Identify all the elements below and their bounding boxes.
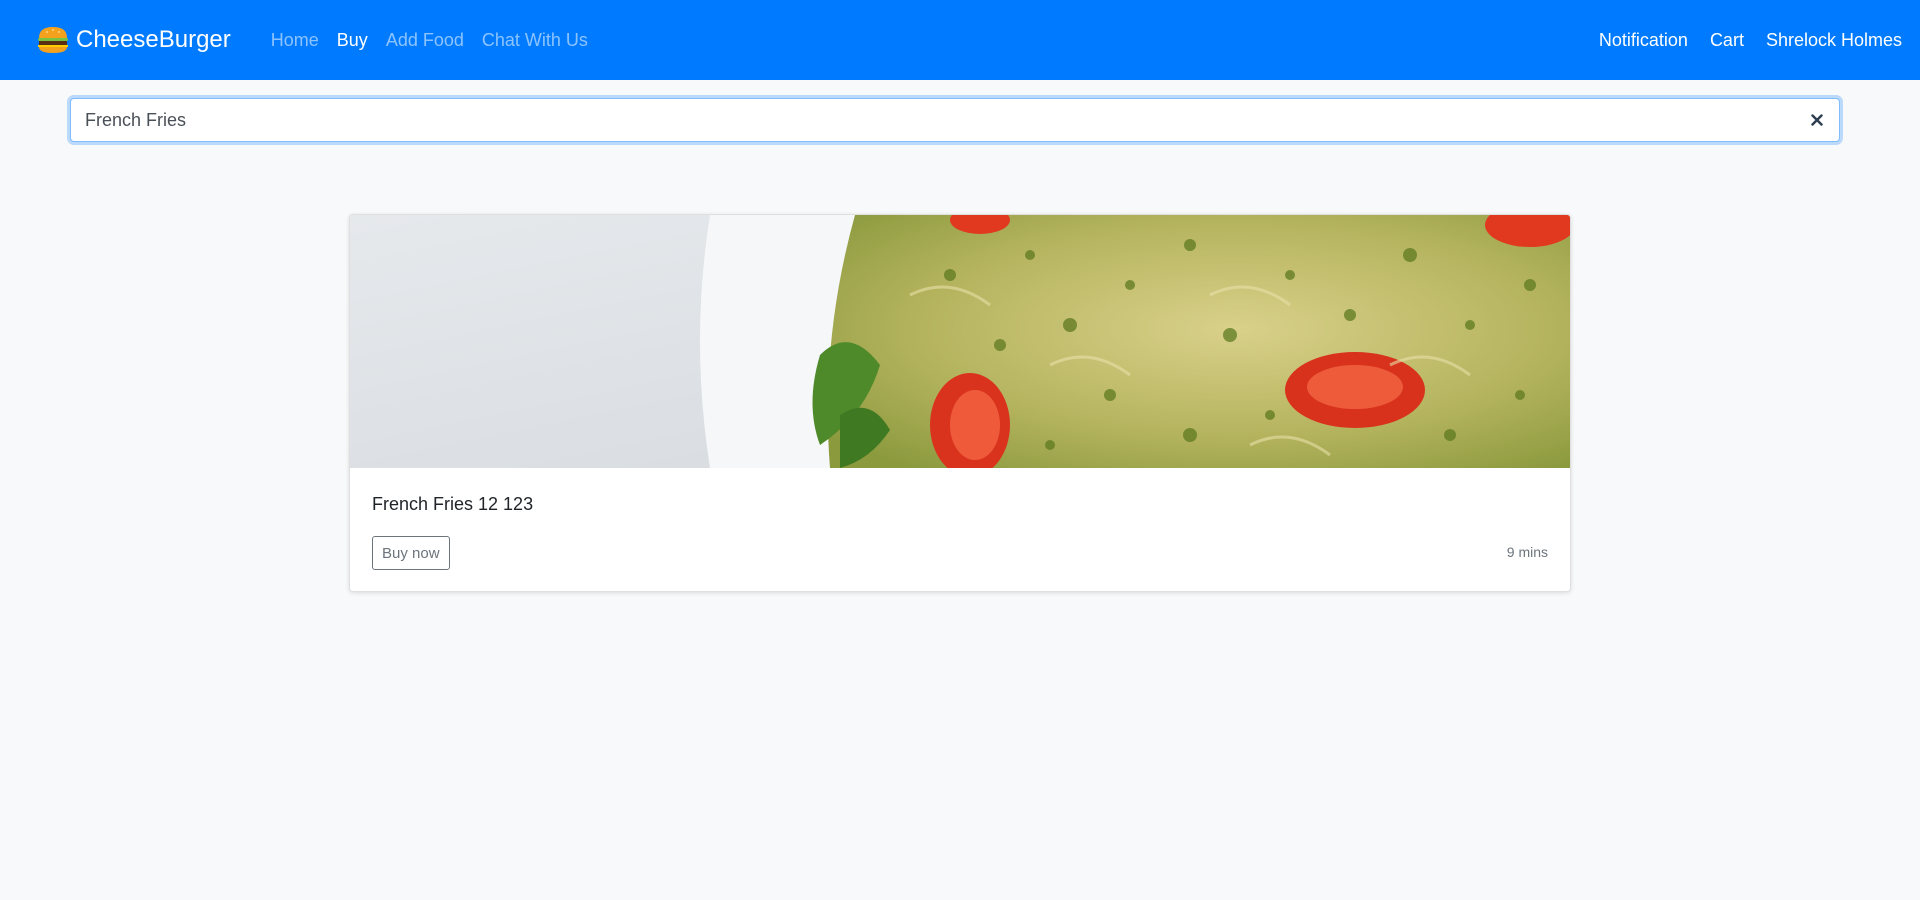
burger-icon [38,27,68,53]
navbar: CheeseBurger Home Buy Add Food Chat With… [0,0,1920,80]
food-title: French Fries 12 123 [372,494,534,514]
delivery-time: 9 mins [1506,544,1548,560]
nav-home[interactable]: Home [271,30,319,51]
nav-add-food[interactable]: Add Food [386,30,464,51]
main-nav: Home Buy Add Food Chat With Us [271,30,606,51]
clear-search-button[interactable] [1795,99,1839,141]
search-input[interactable] [71,99,1795,141]
buy-now-button[interactable]: Buy now [372,536,450,570]
close-icon [1811,114,1823,126]
nav-chat-with-us[interactable]: Chat With Us [482,30,588,51]
nav-buy[interactable]: Buy [337,30,368,51]
nav-user-profile[interactable]: Shrelock Holmes [1766,30,1902,51]
user-nav: Notification Cart Shrelock Holmes [1577,30,1902,51]
nav-notification[interactable]: Notification [1599,30,1688,51]
brand-name: CheeseBurger [76,26,231,53]
nav-cart[interactable]: Cart [1710,30,1744,51]
food-card: French Fries 12 123 Buy now 9 mins [349,214,1571,592]
food-image [350,215,1570,468]
food-card-body: French Fries 12 123 Buy now 9 mins [350,468,1570,591]
search-bar [70,98,1840,142]
brand-link[interactable]: CheeseBurger [36,25,231,55]
